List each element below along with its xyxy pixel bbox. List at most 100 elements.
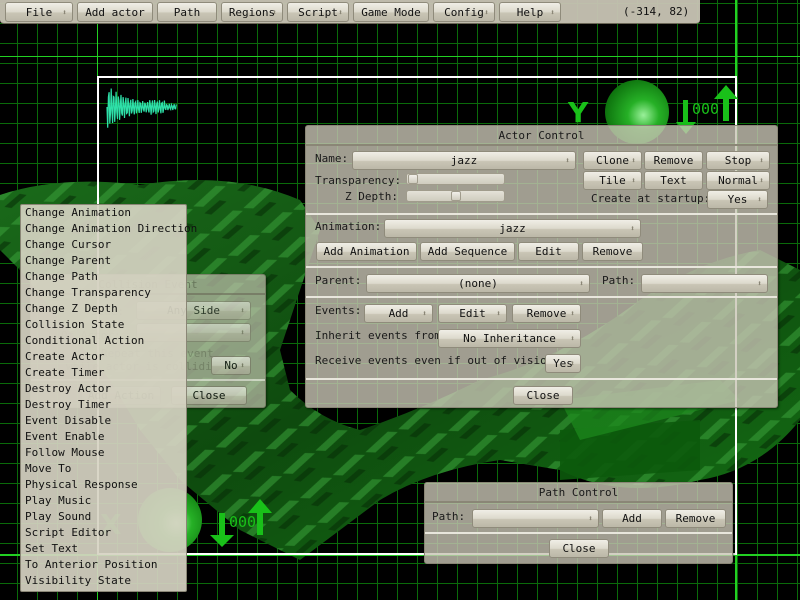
slider-thumb[interactable]	[450, 191, 461, 201]
action-list-item[interactable]: Play Sound	[21, 509, 186, 525]
events-remove-button[interactable]: Remove ⬍	[512, 304, 581, 323]
actor-close-button[interactable]: Close	[513, 386, 573, 405]
inherit-events-select[interactable]: No Inheritance ⬍	[438, 329, 581, 348]
stop-select[interactable]: Stop ⬍	[706, 151, 770, 170]
zdepth-slider[interactable]	[406, 190, 505, 202]
menu-script[interactable]: Script ⬍	[287, 2, 349, 22]
menu-regions[interactable]: Regions ⬍	[221, 2, 283, 22]
menu-game-mode[interactable]: Game Mode	[353, 2, 429, 22]
name-label: Name:	[315, 152, 349, 165]
spinner-icon: ⬍	[757, 279, 762, 288]
action-list-item[interactable]: Event Enable	[21, 429, 186, 445]
action-list-item[interactable]: Change Path	[21, 269, 186, 285]
action-list-item[interactable]: Destroy Actor	[21, 381, 186, 397]
parent-select[interactable]: (none) ⬍	[366, 274, 590, 293]
events-label: Events:	[315, 304, 362, 317]
clone-button[interactable]: Clone ⬍	[583, 151, 642, 170]
events-edit-button[interactable]: Edit ⬍	[438, 304, 507, 323]
sound-waveform-actor[interactable]	[105, 85, 205, 130]
transparency-slider[interactable]	[406, 173, 505, 185]
menu-config[interactable]: Config ⬍	[433, 2, 495, 22]
actor-control-title: Actor Control	[306, 126, 777, 146]
path-control-panel: Path Control Path: ⬍ Add Remove Close	[424, 482, 733, 564]
spinner-icon: ⬍	[757, 195, 762, 204]
spinner-icon: ⬍	[631, 156, 636, 165]
spinner-icon: ⬍	[579, 279, 584, 288]
text-button[interactable]: Text	[644, 171, 703, 190]
menu-regions-label: Regions	[228, 6, 276, 19]
spinner-icon: ⬍	[570, 359, 575, 368]
zdepth-label: Z Depth:	[345, 190, 398, 203]
slider-thumb[interactable]	[408, 174, 418, 184]
receive-events-select[interactable]: Yes ⬍	[545, 354, 581, 373]
spinner-icon: ⬍	[484, 8, 489, 17]
action-list-item[interactable]: Create Timer	[21, 365, 186, 381]
path-add-button[interactable]: Add	[602, 509, 662, 528]
action-list-item[interactable]: Change Z Depth	[21, 301, 186, 317]
create-at-startup-label: Create at startup:	[591, 192, 711, 205]
animation-label: Animation:	[315, 220, 382, 233]
spinner-icon: ⬍	[272, 8, 277, 17]
action-list-item[interactable]: Change Animation	[21, 205, 186, 221]
spinner-icon: ⬍	[759, 156, 764, 165]
menu-file[interactable]: File ⬍	[5, 2, 73, 22]
action-list-item[interactable]: Change Animation Direction	[21, 221, 197, 237]
action-list-item[interactable]: Change Transparency	[21, 285, 186, 301]
zoom-in-arrow-icon-bottom[interactable]	[248, 499, 272, 535]
spinner-icon: ⬍	[570, 334, 575, 343]
path-select[interactable]: ⬍	[641, 274, 768, 293]
animation-select[interactable]: jazz ⬍	[384, 219, 641, 238]
menu-path-label: Path	[173, 6, 201, 19]
add-sequence-button[interactable]: Add Sequence	[420, 242, 515, 261]
action-list-popup: Change Animation Change Animation Directi…	[20, 204, 197, 592]
action-list-item[interactable]: Script Editor	[21, 525, 186, 541]
zoom-in-arrow-icon[interactable]	[714, 85, 738, 121]
receive-events-label: Receive events even if out of vision:	[315, 354, 561, 367]
spinner-icon: ⬍	[570, 309, 575, 318]
menu-help[interactable]: Help ⬍	[499, 2, 561, 22]
remove-animation-button[interactable]: Remove	[582, 242, 643, 261]
spinner-icon: ⬍	[62, 8, 67, 17]
create-at-startup-select[interactable]: Yes ⬍	[707, 190, 768, 209]
path-control-select[interactable]: ⬍	[472, 509, 599, 528]
spinner-icon: ⬍	[422, 309, 427, 318]
action-list-item[interactable]: Follow Mouse	[21, 445, 186, 461]
action-list-item[interactable]: Conditional Action	[21, 333, 186, 349]
action-list-item[interactable]: To Anterior Position	[21, 557, 186, 573]
action-list-item[interactable]: Event Disable	[21, 413, 186, 429]
menu-add-actor-label: Add actor	[85, 6, 145, 19]
action-list-item[interactable]: Change Cursor	[21, 237, 186, 253]
spinner-icon: ⬍	[565, 156, 570, 165]
action-list-item[interactable]: Change Parent	[21, 253, 186, 269]
inherit-events-label: Inherit events from:	[315, 329, 448, 342]
add-animation-button[interactable]: Add Animation	[316, 242, 417, 261]
menu-game-mode-label: Game Mode	[361, 6, 421, 19]
action-list-item[interactable]: Collision State	[21, 317, 186, 333]
repeat-select[interactable]: No ⬍	[211, 356, 251, 375]
action-list-item[interactable]: Physical Response	[21, 477, 186, 493]
normal-select[interactable]: Normal ⬍	[706, 171, 770, 190]
transparency-label: Transparency:	[315, 174, 402, 187]
action-list-item[interactable]: Set Text	[21, 541, 186, 557]
action-list-item[interactable]: Create Actor	[21, 349, 186, 365]
action-list-item[interactable]: Destroy Timer	[21, 397, 186, 413]
menu-path[interactable]: Path	[157, 2, 217, 22]
x-origin-axis	[0, 56, 800, 57]
action-list-item[interactable]: Play Music	[21, 493, 186, 509]
spinner-icon: ⬍	[338, 8, 343, 17]
parent-label: Parent:	[315, 274, 362, 287]
edit-animation-button[interactable]: Edit	[518, 242, 579, 261]
path-close-button[interactable]: Close	[549, 539, 609, 558]
action-list-item[interactable]: Visibility State	[21, 573, 186, 589]
remove-actor-button[interactable]: Remove	[644, 151, 703, 170]
menu-config-label: Config	[444, 6, 484, 19]
spinner-icon: ⬍	[588, 514, 593, 523]
actor-name-select[interactable]: jazz ⬍	[352, 151, 576, 170]
menu-file-label: File	[25, 6, 53, 19]
events-add-button[interactable]: Add ⬍	[364, 304, 433, 323]
menu-add-actor[interactable]: Add actor	[77, 2, 153, 22]
tile-button[interactable]: Tile ⬍	[583, 171, 642, 190]
action-list-item[interactable]: Move To	[21, 461, 186, 477]
spinner-icon: ⬍	[240, 361, 245, 370]
path-remove-button[interactable]: Remove	[665, 509, 726, 528]
